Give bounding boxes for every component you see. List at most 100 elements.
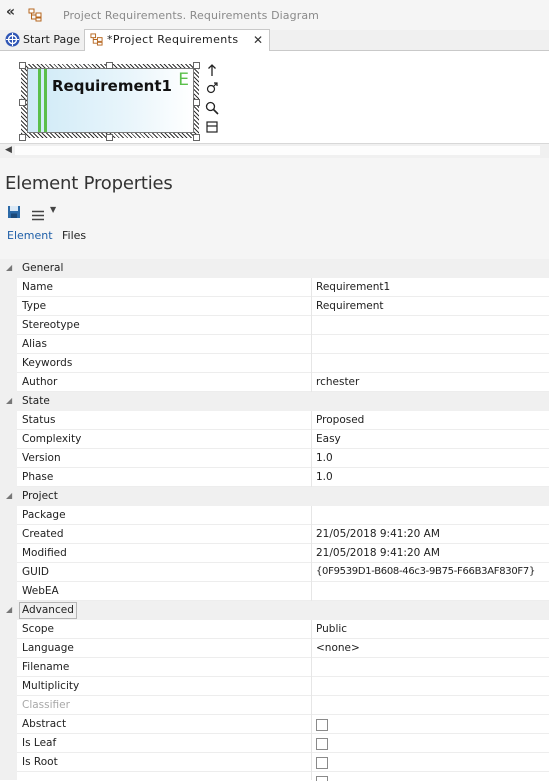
panel-title: Element Properties bbox=[5, 173, 173, 194]
property-value[interactable]: 1.0 bbox=[316, 452, 333, 464]
property-name: Type bbox=[22, 300, 47, 312]
property-name: Modified bbox=[22, 547, 67, 559]
row-gutter bbox=[0, 544, 17, 563]
property-name: Filename bbox=[22, 661, 70, 673]
row-gutter bbox=[0, 715, 17, 734]
requirement-element[interactable]: Requirement1 E bbox=[27, 68, 194, 133]
group-advanced[interactable]: ◢ Advanced bbox=[0, 601, 549, 620]
collapse-icon[interactable]: ◢ bbox=[6, 605, 12, 614]
column-separator bbox=[311, 335, 312, 354]
collapse-icon[interactable]: ◢ bbox=[6, 396, 12, 405]
chevron-down-icon[interactable]: ▼ bbox=[50, 205, 56, 214]
zoom-icon[interactable] bbox=[205, 101, 219, 115]
resize-handle[interactable] bbox=[193, 134, 200, 141]
property-row[interactable]: GUID {0F9539D1-B608-46c3-9B75-F66B3AF830F… bbox=[0, 563, 549, 582]
property-value[interactable]: Easy bbox=[316, 433, 341, 445]
property-row[interactable]: Scope Public bbox=[0, 620, 549, 639]
row-gutter bbox=[0, 316, 17, 335]
property-value[interactable]: Public bbox=[316, 623, 347, 635]
property-row[interactable]: Phase 1.0 bbox=[0, 468, 549, 487]
resize-handle[interactable] bbox=[193, 99, 200, 106]
panel-icon[interactable] bbox=[205, 120, 219, 134]
collapse-icon[interactable]: ◢ bbox=[6, 263, 12, 272]
property-row[interactable]: Modified 21/05/2018 9:41:20 AM bbox=[0, 544, 549, 563]
requirement-name: Requirement1 bbox=[52, 77, 172, 95]
column-separator bbox=[311, 715, 312, 734]
property-row[interactable]: Package bbox=[0, 506, 549, 525]
arrow-up-icon[interactable] bbox=[205, 63, 219, 77]
tab-project-requirements[interactable]: *Project Requirements ✕ bbox=[84, 29, 270, 51]
property-value[interactable]: {0F9539D1-B608-46c3-9B75-F66B3AF830F7} bbox=[316, 566, 535, 577]
row-gutter bbox=[0, 411, 17, 430]
close-icon[interactable]: ✕ bbox=[253, 30, 263, 50]
property-row[interactable]: Complexity Easy bbox=[0, 430, 549, 449]
group-label: Advanced bbox=[19, 602, 77, 619]
property-row[interactable]: Filename bbox=[0, 658, 549, 677]
property-row[interactable]: Created 21/05/2018 9:41:20 AM bbox=[0, 525, 549, 544]
resize-handle[interactable] bbox=[19, 62, 26, 69]
column-separator bbox=[311, 563, 312, 582]
column-separator bbox=[311, 639, 312, 658]
property-row[interactable]: Abstract bbox=[0, 715, 549, 734]
property-value[interactable]: Requirement bbox=[316, 300, 384, 312]
tab-label: Start Page bbox=[23, 33, 80, 46]
horizontal-scrollbar[interactable]: ◀ bbox=[0, 143, 549, 159]
property-name: Package bbox=[22, 509, 66, 521]
tab-start-page[interactable]: Start Page bbox=[3, 30, 83, 50]
property-row[interactable]: Status Proposed bbox=[0, 411, 549, 430]
property-row[interactable]: Type Requirement bbox=[0, 297, 549, 316]
property-name: Scope bbox=[22, 623, 54, 635]
partial-checkbox[interactable] bbox=[316, 776, 328, 781]
property-row[interactable]: Is Root bbox=[0, 753, 549, 772]
row-gutter bbox=[0, 734, 17, 753]
property-row[interactable]: Author rchester bbox=[0, 373, 549, 392]
column-separator bbox=[311, 354, 312, 373]
property-row[interactable]: Alias bbox=[0, 335, 549, 354]
collapse-icon[interactable]: ◢ bbox=[6, 491, 12, 500]
tab-files[interactable]: Files bbox=[62, 229, 86, 242]
property-value[interactable]: rchester bbox=[316, 376, 359, 388]
is-root-checkbox[interactable] bbox=[316, 757, 328, 769]
property-row[interactable]: Language <none> bbox=[0, 639, 549, 658]
resize-handle[interactable] bbox=[19, 99, 26, 106]
property-row[interactable]: Stereotype bbox=[0, 316, 549, 335]
property-value[interactable]: 21/05/2018 9:41:20 AM bbox=[316, 547, 440, 559]
property-row[interactable]: Version 1.0 bbox=[0, 449, 549, 468]
property-row[interactable]: WebEA bbox=[0, 582, 549, 601]
property-row[interactable]: Is Leaf bbox=[0, 734, 549, 753]
is-leaf-checkbox[interactable] bbox=[316, 738, 328, 750]
resize-handle[interactable] bbox=[19, 134, 26, 141]
resize-handle[interactable] bbox=[106, 134, 113, 141]
resize-handle[interactable] bbox=[106, 62, 113, 69]
property-row[interactable]: Keywords bbox=[0, 354, 549, 373]
property-value[interactable]: 1.0 bbox=[316, 471, 333, 483]
property-name: Classifier bbox=[22, 699, 70, 711]
group-state[interactable]: ◢ State bbox=[0, 392, 549, 411]
property-name: Version bbox=[22, 452, 61, 464]
column-separator bbox=[311, 297, 312, 316]
group-project[interactable]: ◢ Project bbox=[0, 487, 549, 506]
property-value[interactable]: 21/05/2018 9:41:20 AM bbox=[316, 528, 440, 540]
collapse-icon[interactable]: « bbox=[6, 4, 15, 20]
tab-element[interactable]: Element bbox=[7, 229, 53, 242]
resize-handle[interactable] bbox=[193, 62, 200, 69]
column-separator bbox=[311, 373, 312, 392]
menu-icon[interactable] bbox=[31, 206, 45, 225]
requirement-stripe bbox=[44, 69, 47, 132]
abstract-checkbox[interactable] bbox=[316, 719, 328, 731]
property-value[interactable]: Requirement1 bbox=[316, 281, 390, 293]
property-name: Is Root bbox=[22, 756, 58, 768]
group-general[interactable]: ◢ General bbox=[0, 259, 549, 278]
property-row[interactable]: Multiplicity bbox=[0, 677, 549, 696]
save-icon[interactable] bbox=[7, 204, 21, 223]
row-gutter bbox=[0, 620, 17, 639]
property-value[interactable]: <none> bbox=[316, 642, 360, 654]
diagram-title: Project Requirements. Requirements Diagr… bbox=[63, 9, 319, 22]
property-value[interactable]: Proposed bbox=[316, 414, 364, 426]
link-icon[interactable] bbox=[205, 81, 219, 95]
property-row[interactable]: Name Requirement1 bbox=[0, 278, 549, 297]
scroll-left-icon[interactable]: ◀ bbox=[5, 145, 12, 155]
column-separator bbox=[311, 772, 312, 780]
scrollbar-track[interactable] bbox=[15, 146, 540, 155]
property-name: Phase bbox=[22, 471, 54, 483]
